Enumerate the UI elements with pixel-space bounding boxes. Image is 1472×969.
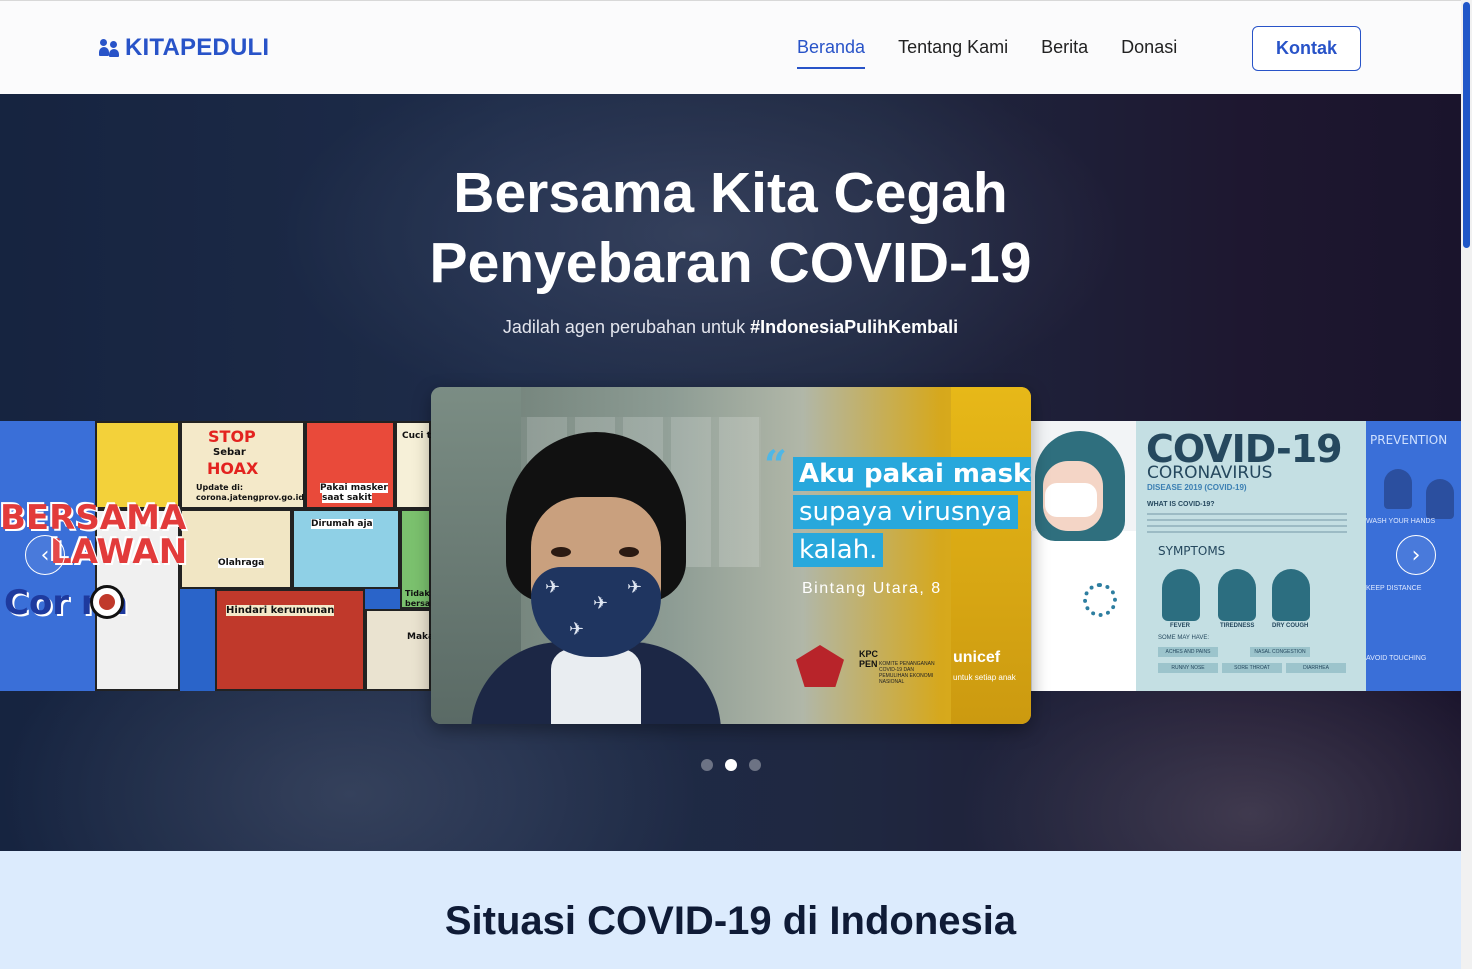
comic-dirumah-text: Dirumah aja: [311, 519, 373, 529]
comic-sakit-text: saat sakit: [322, 493, 372, 503]
comic-masker-text: Pakai masker: [320, 483, 388, 493]
comic-bersal-text: bersal: [405, 599, 431, 608]
hero-section: Bersama Kita Cegah Penyebaran COVID-19 J…: [0, 94, 1461, 851]
hero-subtitle-text: Jadilah agen perubahan untuk: [502, 317, 751, 337]
symptom-chip: ACHES AND PAINS: [1158, 647, 1218, 657]
symptom-figure: [1162, 569, 1200, 621]
hero-title-line2: Penyebaran COVID-19: [429, 231, 1032, 295]
child-eye: [619, 547, 639, 557]
carousel-slide-active[interactable]: ✈ ✈ ✈ ✈ “ Aku pakai masker supaya virusn…: [431, 387, 1031, 724]
symptom-chip: RUNNY NOSE: [1158, 663, 1218, 673]
comic-maka-text: Maka: [407, 632, 431, 642]
carousel-dot-1[interactable]: [701, 759, 713, 771]
comic-update-url: corona.jatengprov.go.id: [196, 493, 305, 502]
scrollbar-thumb[interactable]: [1463, 2, 1470, 248]
comic-sebar-text: Sebar: [213, 447, 246, 458]
comic-olahraga-text: Olahraga: [218, 558, 265, 568]
child-shirt: [551, 649, 641, 724]
comic-panel: [95, 421, 180, 509]
quote-line-2: supaya virusnya: [793, 495, 1019, 529]
symptom-chip: NASAL CONGESTION: [1250, 647, 1310, 657]
airplane-icon: ✈: [569, 619, 585, 639]
symptom-dry-cough: DRY COUGH: [1272, 623, 1309, 629]
airplane-icon: ✈: [593, 593, 609, 613]
carousel-next-button[interactable]: ›: [1396, 535, 1436, 575]
covid-infographic: COVID-19 CORONAVIRUS DISEASE 2019 (COVID…: [1136, 421, 1366, 691]
comic-hindari-text: Hindari kerumunan: [226, 605, 335, 616]
brand-logo[interactable]: KITAPEDULI: [99, 34, 269, 62]
symptom-tiredness: TIREDNESS: [1220, 623, 1255, 629]
virus-icon: [1083, 583, 1117, 617]
prevention-avoid: AVOID TOUCHING: [1366, 655, 1427, 662]
hero-hashtag: #IndonesiaPulihKembali: [750, 317, 959, 337]
prevention-keep: KEEP DISTANCE: [1366, 585, 1422, 592]
child-eye: [551, 547, 571, 557]
symptom-figure: [1272, 569, 1310, 621]
brand-name: KITAPEDULI: [125, 34, 270, 61]
nav-link-donasi[interactable]: Donasi: [1121, 37, 1177, 69]
garuda-logo-icon: [796, 645, 844, 687]
unicef-logo: unicef: [953, 649, 1001, 666]
infographic-symptoms: SYMPTOMS: [1158, 544, 1226, 558]
comic-update-label: Update di:: [196, 483, 244, 492]
chevron-right-icon: ›: [1411, 542, 1421, 568]
some-may-have: SOME MAY HAVE:: [1158, 635, 1210, 641]
airplane-icon: ✈: [627, 577, 643, 597]
airplane-icon: ✈: [545, 577, 561, 597]
comic-panel: [180, 509, 292, 589]
symptom-fever: FEVER: [1170, 623, 1191, 629]
quote-line-3: kalah.: [793, 533, 884, 567]
situasi-title: Situasi COVID-19 di Indonesia: [444, 899, 1017, 943]
infographic-disease: DISEASE 2019 (COVID-19): [1147, 483, 1247, 492]
carousel-prev-button[interactable]: ‹: [25, 535, 65, 575]
page: KITAPEDULI Beranda Tentang Kami Berita D…: [0, 0, 1472, 969]
infographic-paragraph: [1147, 513, 1347, 535]
comic-stop-text: STOP: [208, 427, 256, 446]
comic-tidak-text: Tidak: [405, 589, 430, 598]
symptom-chip: DIARRHEA: [1286, 663, 1346, 673]
hero-subtitle: Jadilah agen perubahan untuk #IndonesiaP…: [0, 317, 1461, 338]
navbar: KITAPEDULI Beranda Tentang Kami Berita D…: [0, 0, 1461, 94]
situasi-section: Situasi COVID-19 di Indonesia: [0, 851, 1461, 969]
comic-panel: [365, 609, 431, 691]
hero-title-line1: Bersama Kita Cegah: [453, 161, 1008, 225]
comic-hoax-text: HOAX: [207, 459, 259, 478]
virus-icon: [90, 585, 124, 619]
hero-title: Bersama Kita Cegah Penyebaran COVID-19: [0, 158, 1461, 298]
prevention-figure: [1426, 479, 1454, 519]
kpc-line1: KPC: [859, 649, 879, 659]
prevention-wash: WASH YOUR HANDS: [1366, 518, 1436, 525]
quote-author: Bintang Utara, 8: [802, 580, 942, 597]
infographic-what-is: WHAT IS COVID-19?: [1147, 501, 1215, 508]
comic-cuci-text: Cuci t: [402, 431, 431, 441]
nav-link-beranda[interactable]: Beranda: [797, 37, 866, 69]
page-scrollbar[interactable]: [1461, 0, 1472, 969]
users-icon: [99, 39, 119, 57]
prevention-figure: [1384, 469, 1412, 509]
unicef-tagline: untuk setiap anak: [953, 673, 1016, 682]
comic-lawan-text: LAWAN: [50, 532, 188, 572]
symptom-figure: [1218, 569, 1256, 621]
quote-open-icon: “: [764, 442, 788, 489]
carousel-pagination: [701, 759, 761, 771]
carousel-dot-2[interactable]: [725, 759, 737, 771]
quote-line-1: Aku pakai masker: [793, 457, 1031, 491]
nav-menu: Beranda Tentang Kami Berita Donasi: [797, 37, 1177, 69]
chevron-left-icon: ‹: [40, 542, 50, 568]
symptom-chip: SORE THROAT: [1222, 663, 1282, 673]
kpc-line2: PEN: [859, 659, 878, 669]
nav-link-tentang-kami[interactable]: Tentang Kami: [898, 37, 1008, 69]
infographic-subtitle: CORONAVIRUS: [1147, 463, 1273, 483]
kontak-button[interactable]: Kontak: [1252, 26, 1361, 71]
prevention-title: PREVENTION: [1370, 433, 1448, 447]
doctor-illustration: [1031, 421, 1136, 691]
kpc-pen-subtitle: KOMITE PENANGANAN COVID-19 DAN PEMULIHAN…: [879, 661, 935, 685]
kpc-pen-logo: KPC PEN: [859, 649, 878, 669]
carousel-dot-3[interactable]: [749, 759, 761, 771]
nav-link-berita[interactable]: Berita: [1041, 37, 1088, 69]
